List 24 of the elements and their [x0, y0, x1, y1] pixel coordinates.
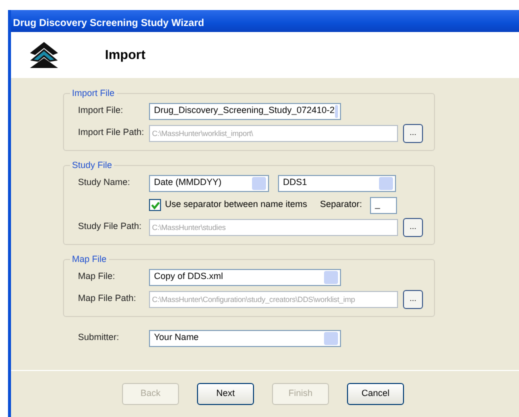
- wizard-button[interactable]: Next: [197, 383, 254, 405]
- dropdown[interactable]: Drug_Discovery_Screening_Study_072410-2: [149, 102, 341, 120]
- field-label: Submitter:: [78, 331, 120, 344]
- checkbox[interactable]: [149, 199, 161, 211]
- field-label: Map File:: [78, 270, 116, 284]
- window-title: Drug Discovery Screening Study Wizard: [11, 10, 519, 32]
- field-label: Separator:: [320, 198, 362, 212]
- dropdown[interactable]: Copy of DDS.xml: [149, 268, 341, 286]
- group-title: Import File: [70, 87, 117, 100]
- field-label: Import File Path:: [78, 126, 146, 140]
- chevron-logo-icon: [29, 41, 59, 69]
- group-title: Map File: [70, 253, 109, 266]
- field-label: Study Name:: [78, 176, 132, 190]
- field-label: Study File Path:: [78, 220, 143, 234]
- dropdown[interactable]: Date (MMDDYY): [149, 174, 269, 192]
- wizard-button[interactable]: Cancel: [347, 383, 404, 405]
- dropdown[interactable]: DDS1: [278, 174, 396, 192]
- dropdown[interactable]: Your Name: [149, 330, 341, 346]
- page-title: Import: [105, 46, 146, 64]
- field-label: Map File Path:: [78, 292, 138, 306]
- group-title: Study File: [70, 159, 114, 172]
- checkbox-label: Use separator between name items: [165, 198, 308, 212]
- field-label: Import File:: [78, 104, 124, 118]
- separator-field[interactable]: _: [370, 196, 398, 214]
